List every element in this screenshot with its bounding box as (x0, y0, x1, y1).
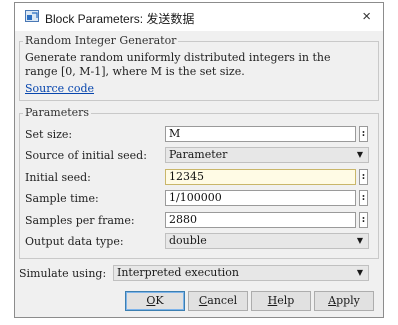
chevron-down-icon: ▼ (356, 268, 363, 277)
seed-source-value: Parameter (169, 148, 228, 161)
sample-time-label: Sample time: (25, 192, 99, 205)
set-size-field[interactable]: M (165, 126, 356, 142)
output-type-label: Output data type: (25, 235, 124, 248)
seed-source-select[interactable]: Parameter ▼ (165, 147, 369, 163)
chevron-down-icon: ▼ (356, 150, 363, 159)
sample-time-field[interactable]: 1/100000 (165, 190, 356, 206)
sample-time-menu-button[interactable]: : (359, 190, 368, 206)
seed-source-label: Source of initial seed: (25, 149, 147, 162)
help-button[interactable]: Help (251, 291, 311, 311)
help-mnemonic: H (267, 294, 278, 307)
simulate-using-select[interactable]: Interpreted execution ▼ (113, 265, 369, 281)
initial-seed-label: Initial seed: (25, 171, 91, 184)
simulate-using-value: Interpreted execution (117, 266, 240, 279)
cancel-button[interactable]: Cancel (188, 291, 248, 311)
initial-seed-menu-button[interactable]: : (359, 169, 368, 185)
apply-mnemonic: A (328, 294, 337, 307)
simulink-block-icon (25, 10, 39, 22)
close-button[interactable]: × (362, 8, 371, 25)
apply-button[interactable]: Apply (314, 291, 374, 311)
samples-per-frame-label: Samples per frame: (25, 214, 135, 227)
block-group-legend: Random Integer Generator (23, 34, 179, 47)
set-size-menu-button[interactable]: : (359, 126, 368, 142)
output-type-select[interactable]: double ▼ (165, 233, 369, 249)
block-parameters-dialog: Block Parameters: 发送数据 × Random Integer … (14, 2, 384, 318)
simulate-using-label: Simulate using: (19, 267, 107, 280)
ok-button[interactable]: OK (125, 291, 185, 311)
source-code-link[interactable]: Source code (25, 82, 94, 95)
window-title: Block Parameters: 发送数据 (45, 12, 195, 26)
help-label-rest: elp (277, 294, 295, 307)
chevron-down-icon: ▼ (356, 236, 363, 245)
block-description: Generate random uniformly distributed in… (25, 51, 331, 78)
cancel-label-rest: ancel (207, 294, 238, 307)
title-bar: Block Parameters: 发送数据 × (15, 3, 383, 31)
set-size-label: Set size: (25, 128, 73, 141)
initial-seed-field[interactable]: 12345 (165, 169, 356, 185)
samples-per-frame-menu-button[interactable]: : (359, 212, 368, 228)
parameters-group-legend: Parameters (23, 106, 92, 119)
apply-label-rest: pply (336, 294, 360, 307)
samples-per-frame-field[interactable]: 2880 (165, 212, 356, 228)
output-type-value: double (169, 234, 207, 247)
ok-label-rest: K (155, 294, 164, 307)
